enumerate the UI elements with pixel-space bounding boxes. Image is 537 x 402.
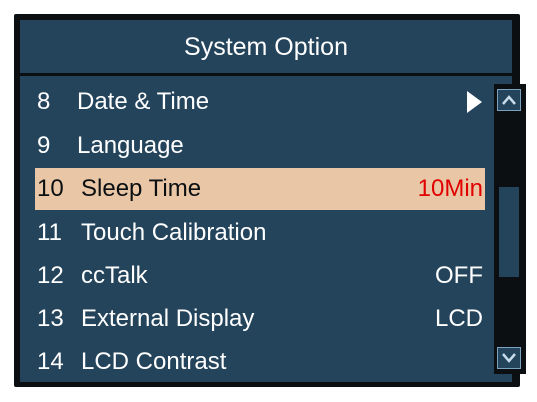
menu-item-label: Date & Time (77, 87, 210, 115)
menu-item-language[interactable]: 9 Language (35, 124, 485, 167)
chevron-down-icon (502, 353, 516, 363)
menu-item-label: Language (77, 131, 184, 159)
menu-item-lcd-contrast[interactable]: 14 LCD Contrast (35, 340, 485, 383)
menu-item-value: OFF (435, 261, 483, 289)
scroll-down-button[interactable] (497, 347, 521, 369)
menu-item-sleep-time[interactable]: 10 Sleep Time 10Min (35, 168, 485, 210)
title-divider (20, 73, 512, 76)
submenu-arrow-icon (467, 90, 482, 113)
menu-item-label: Touch Calibration (81, 218, 267, 246)
scrollbar[interactable] (494, 84, 526, 374)
menu-item-date-time[interactable]: 8 Date & Time (35, 80, 485, 123)
page-title: System Option (184, 32, 348, 61)
menu-item-external-display[interactable]: 13 External Display LCD (35, 297, 485, 340)
menu-item-number: 12 (37, 261, 64, 289)
menu-item-cctalk[interactable]: 12 ccTalk OFF (35, 254, 485, 297)
menu-item-number: 8 (37, 87, 51, 115)
menu-item-label: ccTalk (81, 261, 148, 289)
menu-item-number: 11 (37, 218, 62, 246)
menu-item-number: 14 (37, 347, 64, 375)
menu-item-label: External Display (81, 304, 255, 332)
menu-item-number: 10 (37, 175, 64, 202)
menu-item-value: LCD (434, 304, 483, 332)
menu-item-value: 10Min (417, 175, 483, 202)
menu-item-label: LCD Contrast (81, 347, 227, 375)
menu-item-number: 13 (37, 304, 64, 332)
menu-item-label: Sleep Time (81, 175, 202, 202)
menu-item-number: 9 (37, 131, 51, 159)
chevron-up-icon (502, 95, 516, 105)
scrollbar-thumb[interactable] (499, 187, 519, 277)
menu-item-touch-calibration[interactable]: 11 Touch Calibration (35, 211, 485, 254)
scroll-up-button[interactable] (497, 89, 521, 111)
